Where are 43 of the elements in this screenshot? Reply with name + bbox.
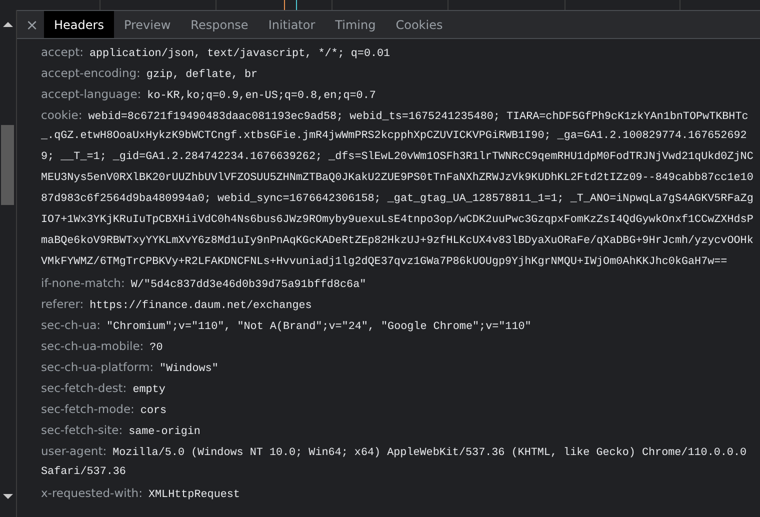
header-name: sec-fetch-mode: xyxy=(41,401,134,418)
panel-tab[interactable]: Cookies xyxy=(386,11,453,38)
header-value: application/json, text/javascript, */*; q=0.01 xyxy=(89,47,390,62)
panel-tab[interactable]: Headers xyxy=(44,11,114,38)
header-name: referer: xyxy=(41,296,84,313)
header-name: sec-ch-ua-mobile: xyxy=(41,338,144,355)
close-button[interactable]: × xyxy=(20,11,44,38)
header-value: Mozilla/5.0 (Windows NT 10.0; Win64; x64) AppleWebKit/537.36 (KHTML, like Gecko) Chrome/110.0.0.0 xyxy=(112,446,747,461)
header-value: empty xyxy=(132,383,166,398)
header-name: sec-fetch-site: xyxy=(41,422,123,439)
header-value: https://finance.daum.net/exchanges xyxy=(90,299,312,314)
header-value: _.qGZ.etwH8OoaUxHykzK9bWCTCngf.xtbsGFie.jmR4jwWmPRS2kcpphXpCZUVICKVPGiRWB1I90; _ga=GA1.2.100829774.167652692 xyxy=(41,129,747,144)
header-value: "Windows" xyxy=(160,362,218,377)
panel-tab[interactable]: Initiator xyxy=(258,11,326,38)
header-name: sec-fetch-dest: xyxy=(41,380,127,397)
header-value: 87d983c6f2564d9ba480994a0; webid_sync=1676642306158; _gat_gtag_UA_128578811_1=1; _T_ANO=iNpwqLa7gS4AGKV5RFaZg xyxy=(41,192,754,207)
header-name: if-none-match: xyxy=(41,275,125,292)
header-value: maBQe6koV9RBWTxyYYKLmXvY6z8Md1uIy9nPnAqKGcKADeRtZEp82HkzUJ+9zfHLKcUX4v83lBDyaXuORaFe/qXaDBG+9HrJcmh/yzycvOOHk xyxy=(41,234,754,249)
header-value: cors xyxy=(140,404,167,419)
header-value: XMLHttpRequest xyxy=(148,488,240,503)
header-name: x-requested-with: xyxy=(41,485,142,502)
panel-tab[interactable]: Response xyxy=(180,11,258,38)
header-value: IO7+1Wx3YKjKRuIuTpCBXHiiVdC0h4Ns6bus6JWz9ROmyby9uexuLsE4tnpo3op/wCDK2uuPwc3GzqpxFomKzZsI4QdGywkOnxf1CCwZXHdsP xyxy=(41,213,754,228)
header-value: W/"5d4c837dd3e46d0b39d75a91bffd8c6a" xyxy=(130,278,366,293)
panel-tab[interactable]: Preview xyxy=(114,11,181,38)
header-value: ?0 xyxy=(150,341,163,356)
header-value: VMkFYWMZ/6TMgTrCPBKVy+R2LFAKDNCFNLs+Hvvuniadj1lg2dQE37qvz1GWa7P86kUOUgp9YjhKgrNMQU+IWjOm0AhKKJhc0kGaH7w== xyxy=(41,255,728,270)
header-value: "Chromium";v="110", "Not A(Brand";v="24", "Google Chrome";v="110" xyxy=(106,320,532,335)
header-name: sec-ch-ua: xyxy=(41,317,101,334)
header-value: gzip, deflate, br xyxy=(146,68,258,83)
header-name: user-agent: xyxy=(41,443,107,460)
header-value: Safari/537.36 xyxy=(41,465,126,480)
header-name: accept-encoding: xyxy=(41,65,140,82)
header-name: accept-language: xyxy=(41,86,142,103)
header-value: ko-KR,ko;q=0.9,en-US;q=0.8,en;q=0.7 xyxy=(147,89,376,104)
header-name: sec-ch-ua-platform: xyxy=(41,359,154,376)
header-name: accept: xyxy=(41,44,84,61)
header-value: same-origin xyxy=(128,425,200,440)
header-value: 9; __T_=1; _gid=GA1.2.284742234.1676639262; _dfs=SlEwL20vWm1OSFh3R1lrTWNRcC9qemRHU1dpM0FodTRJNjVwd21qUkd0ZjNC xyxy=(41,150,754,165)
panel-tab[interactable]: Timing xyxy=(325,11,386,38)
header-value: MEU3Nys5enV0RXlBK20rUUZhbUVlVFZOSUU5ZHNmZTBaQ0JKakU2ZUE9PS0tTnFaNXhZRWJzVk9KUDhKL2Ftd2tIZz09--849cabb87cc1e10 xyxy=(41,171,754,186)
header-value: webid=8c6721f19490483daac081193ec9ad58; webid_ts=1675241235480; TIARA=chDF5GfPh9cK1zkYAn1bnTOPwTKBHTc xyxy=(88,110,748,125)
header-name: cookie: xyxy=(41,107,82,124)
